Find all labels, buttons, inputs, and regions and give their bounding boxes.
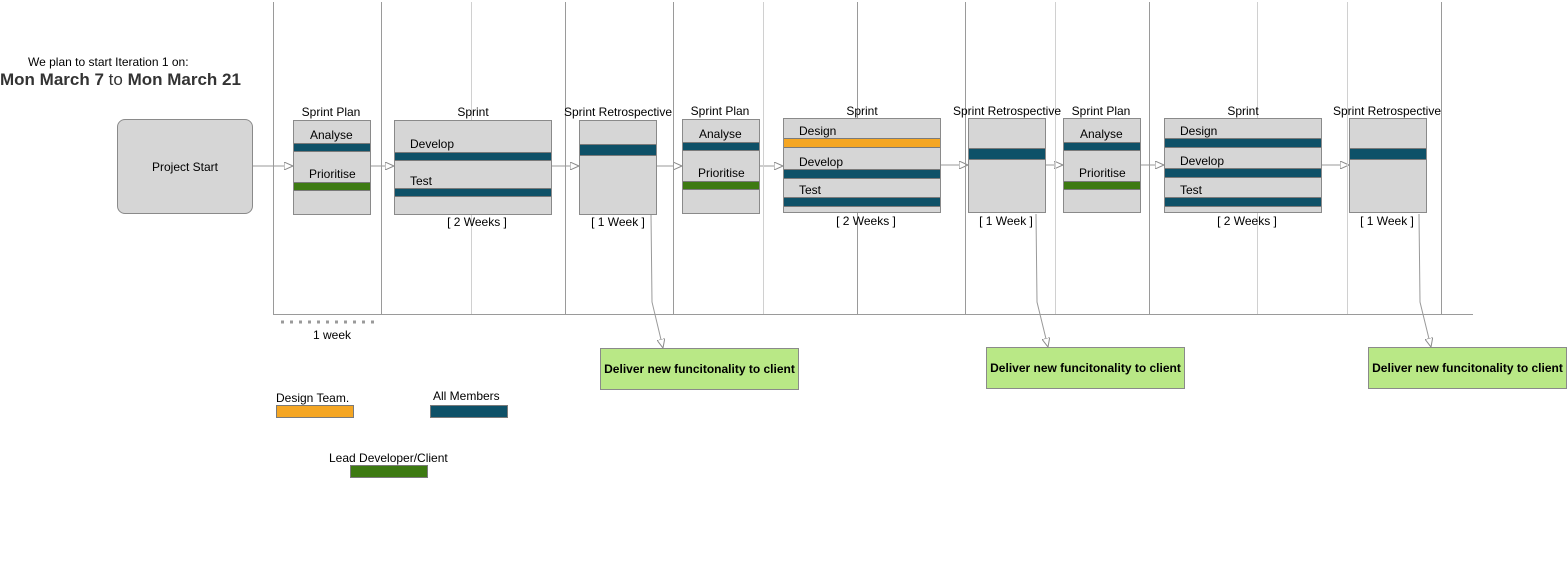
end-date: Mon March 21: [127, 70, 241, 89]
project-start-label: Project Start: [151, 159, 219, 174]
intro-text: We plan to start Iteration 1 on:: [28, 55, 189, 69]
project-start-node[interactable]: Project Start: [117, 119, 253, 214]
sprint-plan-box[interactable]: Analyse Prioritise: [1063, 118, 1141, 213]
timeline-axis: [273, 314, 1473, 315]
sprint-title: Sprint: [457, 105, 489, 119]
sprint-retro-title: Sprint Retrospective: [563, 105, 673, 119]
sprint-retro-box[interactable]: [1349, 118, 1427, 213]
task-develop: Develop: [1180, 154, 1225, 168]
duration-label: [ 1 Week ]: [979, 214, 1033, 228]
grid-line: [1347, 2, 1348, 315]
grid-line: [1055, 2, 1056, 315]
sprint-plan-title: Sprint Plan: [1071, 104, 1131, 118]
grid-line: [565, 2, 566, 315]
task-design: Design: [1180, 124, 1218, 138]
bar-all-members: [784, 169, 940, 179]
date-connector: to: [108, 70, 123, 89]
bar-all-members: [1350, 148, 1426, 160]
sprint-box[interactable]: Design Develop Test: [783, 118, 941, 213]
task-analyse: Analyse: [310, 128, 353, 142]
deliver-label: Deliver new funcitonality to client: [1372, 361, 1563, 375]
legend-lead-dev-client-label: Lead Developer/Client: [329, 451, 448, 465]
arrow-retro2-to-deliver: [1035, 213, 1048, 347]
task-design: Design: [799, 124, 837, 138]
task-prioritise: Prioritise: [1079, 166, 1126, 180]
sprint-plan-box[interactable]: Analyse Prioritise: [682, 119, 760, 214]
task-develop: Develop: [799, 155, 844, 169]
bar-lead-dev-client: [683, 181, 759, 190]
task-develop: Develop: [410, 137, 455, 151]
grid-line: [1149, 2, 1150, 315]
arrow-retro1-to-deliver: [650, 213, 663, 348]
bar-all-members: [294, 143, 370, 152]
task-analyse: Analyse: [1080, 127, 1123, 141]
legend-lead-dev-client-swatch: [350, 465, 428, 478]
duration-label: [ 2 Weeks ]: [1217, 214, 1277, 228]
bar-all-members: [1165, 168, 1321, 178]
grid-line: [965, 2, 966, 315]
bar-lead-dev-client: [294, 182, 370, 191]
sprint-retro-box[interactable]: [968, 118, 1046, 213]
task-test: Test: [1180, 183, 1203, 197]
sprint-retro-box[interactable]: [579, 120, 657, 215]
sprint-retro-title: Sprint Retrospective: [952, 104, 1062, 118]
bar-all-members: [1064, 142, 1140, 151]
sprint-title: Sprint: [846, 104, 878, 118]
grid-line: [273, 2, 274, 315]
grid-line: [381, 2, 382, 315]
deliver-box[interactable]: Deliver new funcitonality to client: [986, 347, 1185, 389]
bar-design-team: [784, 138, 940, 148]
bar-all-members: [784, 197, 940, 207]
week-scale-label: 1 week: [313, 328, 352, 342]
deliver-label: Deliver new funcitonality to client: [604, 362, 795, 376]
bar-all-members: [683, 142, 759, 151]
deliver-label: Deliver new funcitonality to client: [990, 361, 1181, 375]
bar-all-members: [1165, 197, 1321, 207]
task-test: Test: [410, 174, 433, 188]
bar-all-members: [395, 188, 551, 197]
bar-all-members: [1165, 138, 1321, 148]
sprint-retro-title: Sprint Retrospective: [1332, 104, 1442, 118]
sprint-plan-box[interactable]: Analyse Prioritise: [293, 120, 371, 215]
grid-line: [1441, 2, 1442, 315]
bar-lead-dev-client: [1064, 181, 1140, 190]
duration-label: [ 2 Weeks ]: [447, 215, 507, 229]
duration-label: [ 1 Week ]: [591, 215, 645, 229]
start-date: Mon March 7: [0, 70, 104, 89]
duration-label: [ 1 Week ]: [1360, 214, 1414, 228]
duration-label: [ 2 Weeks ]: [836, 214, 896, 228]
legend-all-members-label: All Members: [433, 389, 500, 403]
task-test: Test: [799, 183, 822, 197]
sprint-box[interactable]: Design Develop Test: [1164, 118, 1322, 213]
grid-line: [763, 2, 764, 315]
iteration-dates: Mon March 7 to Mon March 21: [0, 70, 241, 90]
arrow-retro3-to-deliver: [1418, 213, 1431, 347]
task-prioritise: Prioritise: [309, 167, 356, 181]
grid-line: [673, 2, 674, 315]
legend-design-team-label: Design Team.: [276, 391, 350, 405]
deliver-box[interactable]: Deliver new funcitonality to client: [600, 348, 799, 390]
bar-all-members: [969, 148, 1045, 160]
bar-all-members: [395, 152, 551, 161]
legend-all-members-swatch: [430, 405, 508, 418]
sprint-box[interactable]: Develop Test: [394, 120, 552, 215]
task-prioritise: Prioritise: [698, 166, 745, 180]
legend-design-team-swatch: [276, 405, 354, 418]
sprint-title: Sprint: [1227, 104, 1259, 118]
bar-all-members: [580, 144, 656, 156]
task-analyse: Analyse: [699, 127, 742, 141]
sprint-plan-title: Sprint Plan: [690, 104, 750, 118]
sprint-plan-title: Sprint Plan: [301, 105, 361, 119]
deliver-box[interactable]: Deliver new funcitonality to client: [1368, 347, 1567, 389]
